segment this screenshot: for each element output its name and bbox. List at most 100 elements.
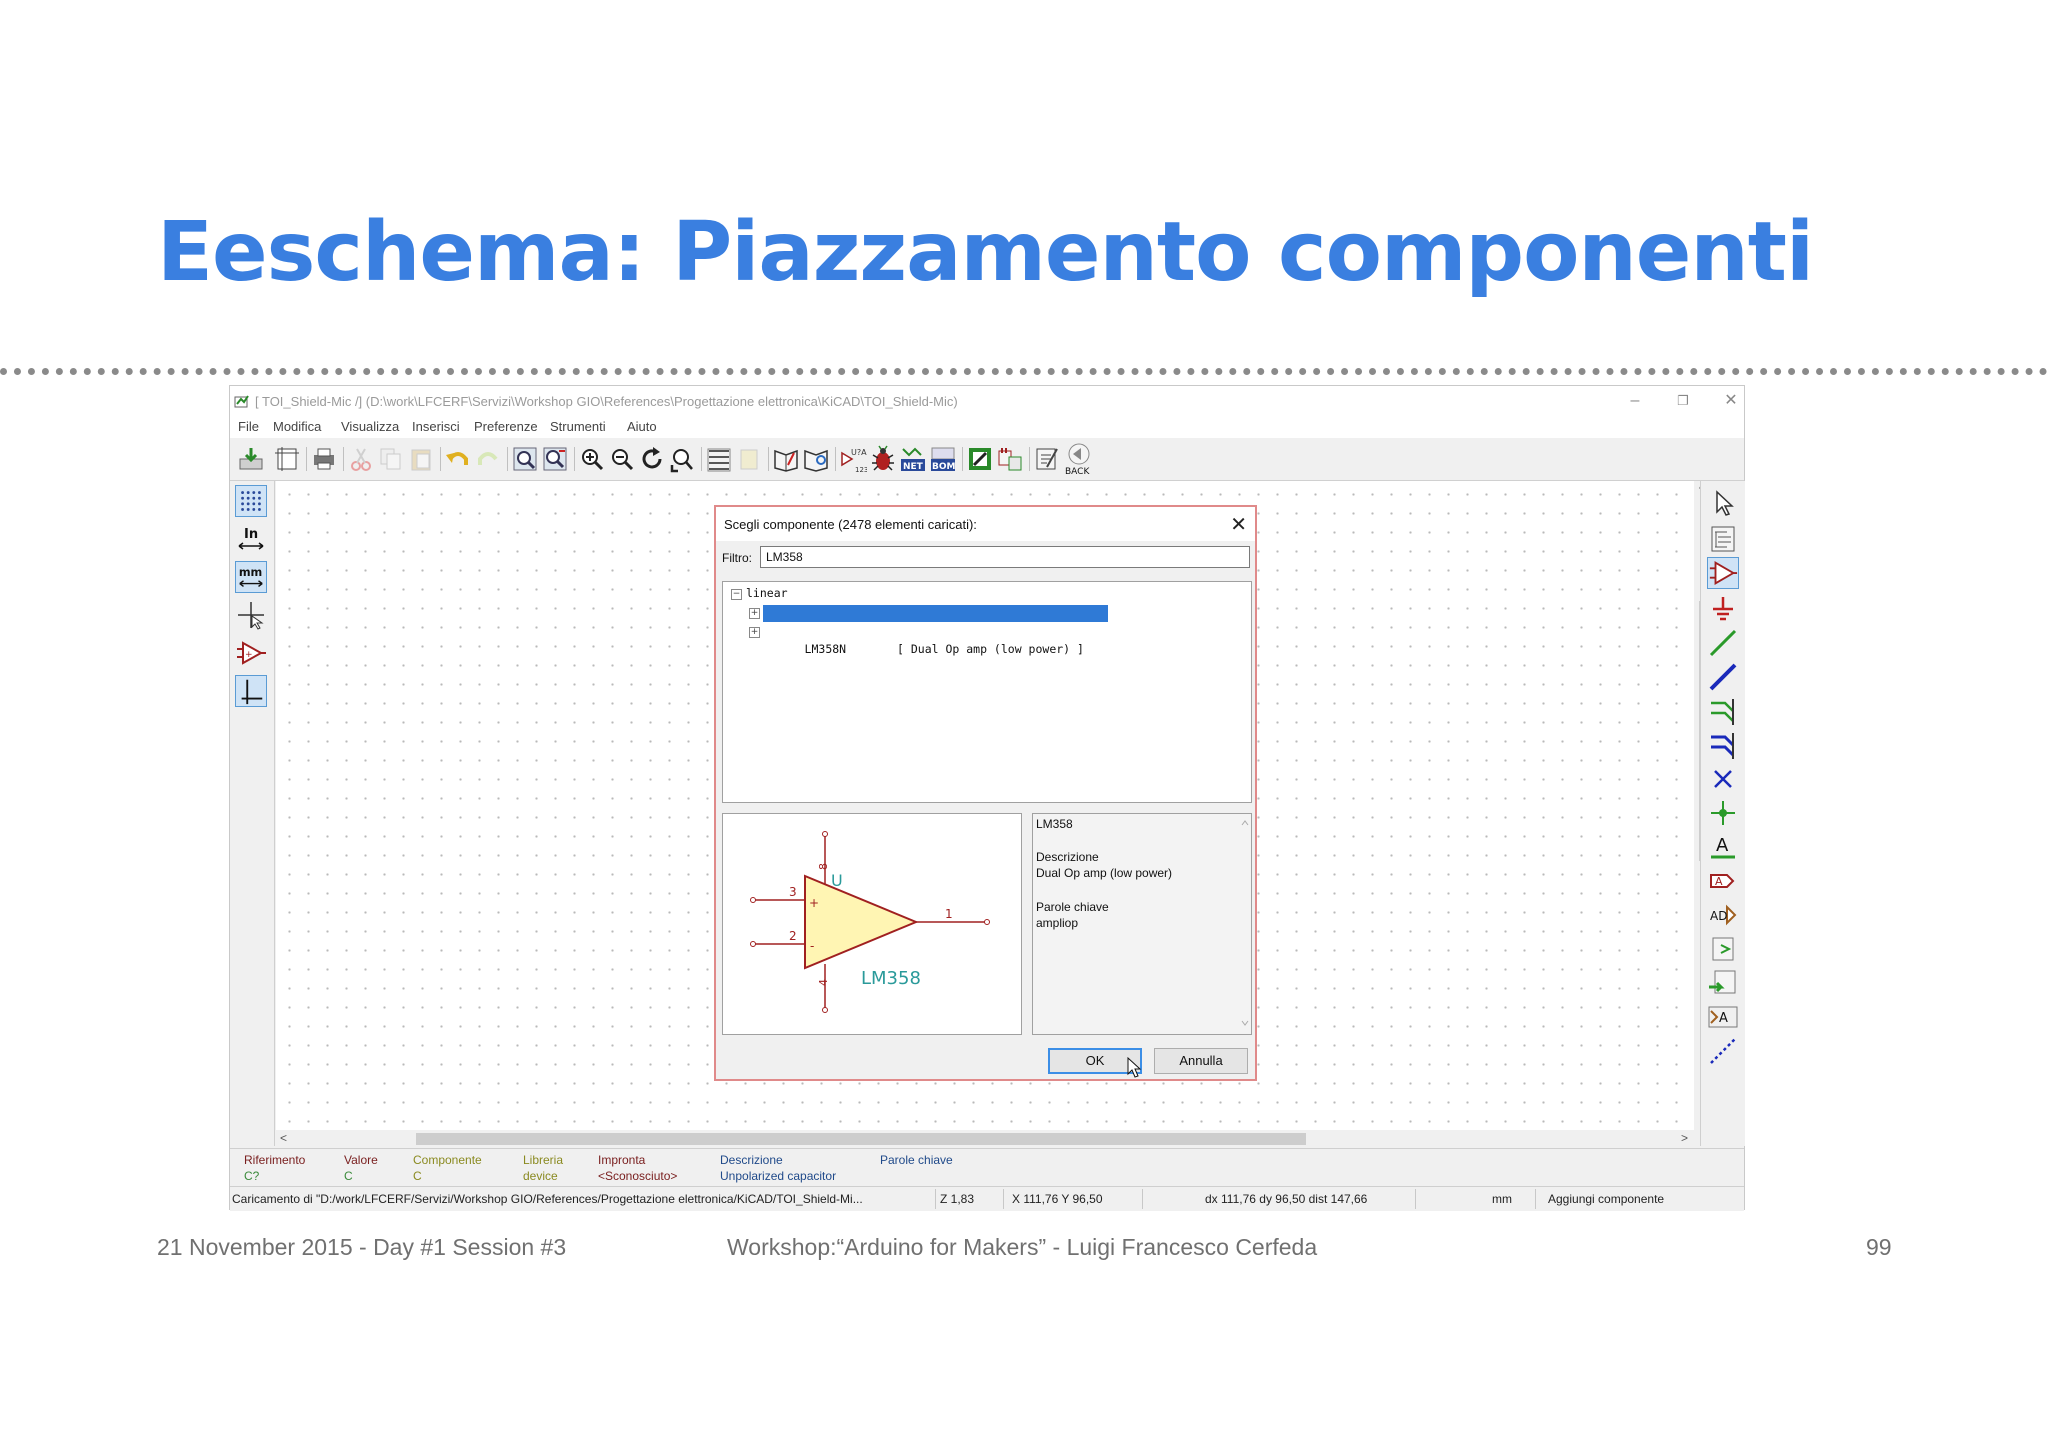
description-scrollbar[interactable] (1240, 818, 1250, 1028)
find-replace-icon[interactable] (541, 445, 569, 473)
info-parole-chiave-label: Parole chiave (880, 1153, 953, 1167)
find-icon[interactable] (511, 445, 539, 473)
zoom-out-icon[interactable] (608, 445, 636, 473)
keywords-heading: Parole chiave (1036, 900, 1109, 914)
scroll-right-icon[interactable]: > (1681, 1131, 1688, 1145)
expand-lm358-icon[interactable]: + (749, 608, 760, 619)
menu-aiuto[interactable]: Aiuto (627, 419, 657, 434)
filter-input[interactable] (760, 546, 1250, 568)
hierarchy-icon[interactable] (1707, 523, 1739, 555)
info-descrizione: Descrizione Unpolarized capacitor (720, 1152, 836, 1184)
place-wire-icon[interactable] (1707, 627, 1739, 659)
net-label-icon[interactable]: A (1707, 831, 1739, 863)
pin-3-number: 3 (789, 885, 797, 899)
place-component-icon[interactable] (1707, 557, 1739, 589)
pin-4-number: 4 (817, 979, 830, 986)
library-browser-icon[interactable] (802, 445, 830, 473)
wire-bus-entry-icon[interactable] (1707, 695, 1739, 727)
save-icon[interactable] (237, 445, 265, 473)
wire-angle-icon[interactable] (235, 675, 267, 707)
grid-toggle-icon[interactable] (235, 485, 267, 517)
desc-component-name: LM358 (1036, 817, 1073, 831)
collapse-linear-icon[interactable]: − (731, 589, 742, 600)
print-icon[interactable] (310, 445, 338, 473)
info-componente-value: C (413, 1169, 422, 1183)
dialog-close-button[interactable]: ✕ (1230, 512, 1247, 537)
status-mode: Aggiungi componente (1548, 1192, 1665, 1206)
select-arrow-icon[interactable] (1707, 487, 1739, 519)
tree-item-lm358[interactable]: LM358[ Dual Op amp (low power) ] (763, 605, 1108, 637)
leave-sheet-icon[interactable] (735, 445, 763, 473)
pcbnew-icon[interactable] (996, 445, 1024, 473)
info-impronta-value: <Sconosciuto> (598, 1169, 678, 1183)
window-titlebar[interactable]: [ TOI_Shield-Mic /] (D:\work\LFCERF\Serv… (230, 386, 1744, 416)
info-impronta-label: Impronta (598, 1153, 646, 1167)
dialog-titlebar[interactable]: Scegli componente (2478 elementi caricat… (716, 507, 1255, 541)
back-annotate-icon[interactable]: BACK (1063, 442, 1095, 476)
info-parole-chiave: Parole chiave (880, 1152, 953, 1168)
place-bus-icon[interactable] (1707, 661, 1739, 693)
menu-visualizza[interactable]: Visualizza (341, 419, 399, 434)
hierarchical-sheet-icon[interactable] (1707, 933, 1739, 965)
library-editor-icon[interactable] (772, 445, 800, 473)
redraw-icon[interactable] (638, 445, 666, 473)
horizontal-scrollbar[interactable]: < > (276, 1130, 1694, 1148)
netlist-icon[interactable]: NET (899, 445, 927, 473)
hierarchical-label-icon[interactable]: AD (1707, 899, 1739, 931)
close-window-button[interactable]: ✕ (1711, 390, 1751, 412)
mm-units-icon[interactable]: mm (235, 561, 267, 593)
tree-item-lm358n[interactable]: LM358N [ Dual Op amp (low power) ] (763, 624, 1108, 656)
expand-lm358n-icon[interactable]: + (749, 627, 760, 638)
cursor-shape-icon[interactable] (235, 599, 267, 631)
tree-item-lm358n-name: LM358N (804, 642, 847, 656)
bus-bus-entry-icon[interactable] (1707, 729, 1739, 761)
menu-bar: File Modifica Visualizza Inserisci Prefe… (230, 416, 1744, 438)
graphic-lines-icon[interactable] (1707, 1035, 1739, 1067)
hierarchy-navigator-icon[interactable] (705, 445, 733, 473)
scroll-left-icon[interactable]: < (280, 1131, 287, 1145)
svg-text:AD: AD (1710, 909, 1727, 923)
zoom-fit-icon[interactable] (668, 445, 696, 473)
menu-strumenti[interactable]: Strumenti (550, 419, 606, 434)
horizontal-scroll-thumb[interactable] (416, 1133, 1306, 1145)
annotate-icon[interactable]: U?A 123 (839, 445, 867, 473)
info-descrizione-label: Descrizione (720, 1153, 783, 1167)
component-info-panel: Riferimento C? Valore C Componente C Lib… (230, 1148, 1744, 1187)
cut-icon[interactable] (347, 445, 375, 473)
place-power-icon[interactable] (1707, 593, 1739, 625)
erc-bug-icon[interactable] (869, 445, 897, 473)
menu-file[interactable]: File (238, 419, 259, 434)
minimize-button[interactable]: – (1615, 390, 1655, 412)
eeschema-app-icon (234, 395, 249, 408)
redo-icon[interactable] (474, 445, 502, 473)
hidden-pins-icon[interactable]: + (235, 637, 267, 669)
menu-preferenze[interactable]: Preferenze (474, 419, 538, 434)
import-sheet-pin-icon[interactable] (1707, 967, 1739, 999)
zoom-in-icon[interactable] (578, 445, 606, 473)
paste-icon[interactable] (407, 445, 435, 473)
copy-icon[interactable] (377, 445, 405, 473)
menu-inserisci[interactable]: Inserisci (412, 419, 460, 434)
no-connect-icon[interactable] (1707, 763, 1739, 795)
sheet-pin-icon[interactable]: A (1707, 1001, 1739, 1033)
tree-library-linear[interactable]: linear (746, 586, 788, 600)
component-tree[interactable]: − linear + LM358[ Dual Op amp (low power… (722, 581, 1252, 803)
component-description: LM358 Descrizione Dual Op amp (low power… (1032, 813, 1252, 1035)
inch-units-icon[interactable]: In (235, 523, 267, 555)
bom-icon[interactable]: BOM (929, 445, 957, 473)
menu-modifica[interactable]: Modifica (273, 419, 321, 434)
annotate-label: U?A (851, 448, 867, 457)
maximize-button[interactable]: ❐ (1663, 390, 1703, 412)
info-descrizione-value: Unpolarized capacitor (720, 1169, 837, 1183)
inch-label: In (244, 527, 258, 542)
info-libreria-value: device (523, 1169, 558, 1183)
import-footprint-icon[interactable] (1033, 445, 1061, 473)
cancel-button[interactable]: Annulla (1154, 1048, 1248, 1074)
cvpcb-icon[interactable] (966, 445, 994, 473)
junction-icon[interactable] (1707, 797, 1739, 829)
status-units: mm (1492, 1192, 1512, 1206)
global-label-icon[interactable]: A (1707, 865, 1739, 897)
info-riferimento-label: Riferimento (244, 1153, 306, 1167)
undo-icon[interactable] (444, 445, 472, 473)
page-settings-icon[interactable] (273, 445, 301, 473)
